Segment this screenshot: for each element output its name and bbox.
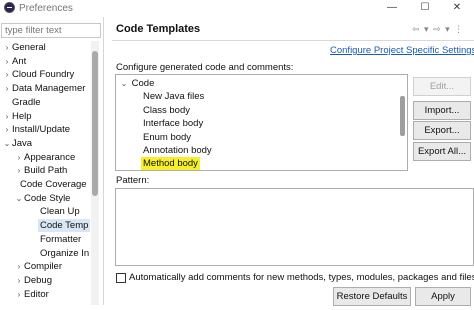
template-interface-body[interactable]: Interface body — [143, 117, 203, 130]
template-class-body[interactable]: Class body — [143, 104, 190, 117]
section-label: Configure generated code and comments: — [116, 62, 294, 73]
page-title: Code Templates — [116, 23, 201, 35]
tree-item-code-style[interactable]: ⌄ Code Style — [14, 192, 71, 205]
template-method-body[interactable]: Method body — [141, 157, 200, 170]
chevron-right-icon[interactable]: › — [2, 41, 12, 54]
code-templates-tree[interactable]: ⌄ Code New Java files Class body Interfa… — [115, 74, 408, 171]
tree-item-editor[interactable]: › Editor — [14, 288, 49, 301]
auto-comments-checkbox[interactable] — [116, 273, 126, 283]
tree-item-organize-imports[interactable]: Organize In — [40, 247, 89, 260]
title-bar: Preferences — ☐ ✕ — [0, 0, 474, 17]
chevron-right-icon[interactable]: › — [2, 123, 12, 136]
template-annotation-body[interactable]: Annotation body — [143, 144, 212, 157]
import-button[interactable]: Import... — [413, 101, 471, 120]
tree-item-label: Help — [12, 110, 32, 122]
filter-input[interactable]: type filter text — [1, 23, 101, 38]
chevron-right-icon[interactable]: › — [14, 164, 24, 177]
tree-item-code[interactable]: ⌄ Code — [119, 77, 155, 90]
tree-item-formatter[interactable]: Formatter — [40, 233, 81, 246]
eclipse-logo-icon — [4, 2, 15, 13]
chevron-right-icon[interactable]: › — [2, 68, 12, 81]
close-button[interactable]: ✕ — [440, 0, 474, 16]
tree-item-java[interactable]: ⌄ Java — [2, 137, 32, 150]
tree-item-general[interactable]: › General — [2, 41, 46, 54]
chevron-right-icon[interactable]: › — [2, 110, 12, 123]
tree-item-label: Cloud Foundry — [12, 69, 75, 81]
tree-item-label: Organize In — [40, 247, 90, 259]
restore-defaults-button[interactable]: Restore Defaults — [333, 287, 411, 306]
tree-item-label: Debug — [24, 274, 52, 286]
tree-item-gradle[interactable]: Gradle — [2, 96, 41, 109]
tree-item-label: General — [12, 42, 46, 53]
chevron-right-icon[interactable]: › — [14, 260, 24, 273]
tree-item-install-update[interactable]: › Install/Update — [2, 123, 70, 136]
tree-item-compiler[interactable]: › Compiler — [14, 260, 62, 273]
tree-item-label: Gradle — [12, 96, 41, 108]
panel-divider[interactable] — [103, 17, 104, 305]
tree-item-label: Code — [131, 78, 155, 89]
preference-tree: › General › Ant › Cloud Foundry › Data Manag… — [0, 41, 90, 305]
template-new-java-files[interactable]: New Java files — [143, 90, 204, 103]
tree-item-label: Compiler — [24, 261, 63, 273]
window-title: Preferences — [19, 3, 73, 14]
tree-item-debug[interactable]: › Debug — [14, 274, 52, 287]
tree-item-label: Java — [12, 137, 33, 149]
maximize-button[interactable]: ☐ — [408, 0, 442, 16]
tree-item-cloud-foundry[interactable]: › Cloud Foundry — [2, 68, 75, 81]
tree-item-label: Code Temp — [40, 220, 89, 232]
tree-item-build-path[interactable]: › Build Path — [14, 164, 68, 177]
tree-item-ant[interactable]: › Ant — [2, 55, 27, 68]
apply-button[interactable]: Apply — [415, 287, 471, 306]
chevron-right-icon[interactable]: › — [14, 288, 24, 301]
chevron-down-icon[interactable]: ⌄ — [14, 192, 24, 205]
history-navigation-icon[interactable]: ⇦ ▾ ⇨ ▾ ⋮ — [412, 24, 464, 35]
chevron-right-icon[interactable]: › — [2, 82, 12, 95]
tree-item-label: Data Managemer — [12, 83, 86, 95]
pattern-editor[interactable] — [115, 188, 474, 266]
tree-item-label: Code Coverage — [20, 179, 87, 190]
header-divider — [112, 40, 474, 41]
chevron-right-icon[interactable]: › — [14, 274, 24, 287]
chevron-right-icon[interactable]: › — [2, 55, 12, 68]
tree-item-data-management[interactable]: › Data Managemer — [2, 82, 86, 95]
tree-item-label: Ant — [12, 55, 27, 67]
chevron-down-icon[interactable]: ⌄ — [2, 137, 12, 150]
minimize-button[interactable]: — — [375, 0, 409, 16]
tree-item-appearance[interactable]: › Appearance — [14, 151, 76, 164]
tree-item-help[interactable]: › Help — [2, 110, 32, 123]
tree-item-code-templates[interactable]: Code Temp — [38, 219, 90, 233]
tree-item-label: Formatter — [40, 233, 82, 245]
tree-item-label: Editor — [24, 288, 49, 300]
tree-item-label: Code Style — [24, 192, 71, 204]
configure-project-settings-link[interactable]: Configure Project Specific Settings... — [330, 45, 474, 56]
chevron-right-icon[interactable]: › — [14, 151, 24, 164]
auto-comments-label[interactable]: Automatically add comments for new metho… — [129, 272, 474, 283]
scrollbar-thumb[interactable] — [400, 96, 405, 136]
template-enum-body[interactable]: Enum body — [143, 131, 191, 144]
scrollbar-thumb[interactable] — [92, 51, 98, 196]
sidebar-scrollbar[interactable] — [91, 41, 99, 305]
tree-item-code-coverage[interactable]: Code Coverage — [20, 178, 87, 191]
tree-item-label: Install/Update — [12, 124, 71, 136]
export-button[interactable]: Export... — [413, 121, 471, 140]
export-all-button[interactable]: Export All... — [413, 142, 471, 161]
tree-item-label: Build Path — [24, 165, 68, 177]
tree-item-clean-up[interactable]: Clean Up — [40, 205, 80, 218]
edit-button[interactable]: Edit... — [413, 77, 471, 96]
chevron-down-icon[interactable]: ⌄ — [119, 77, 129, 90]
pattern-label: Pattern: — [116, 175, 150, 186]
tree-item-label: Appearance — [24, 151, 76, 163]
templates-scrollbar[interactable] — [399, 76, 406, 169]
tree-item-label: Clean Up — [40, 206, 80, 218]
